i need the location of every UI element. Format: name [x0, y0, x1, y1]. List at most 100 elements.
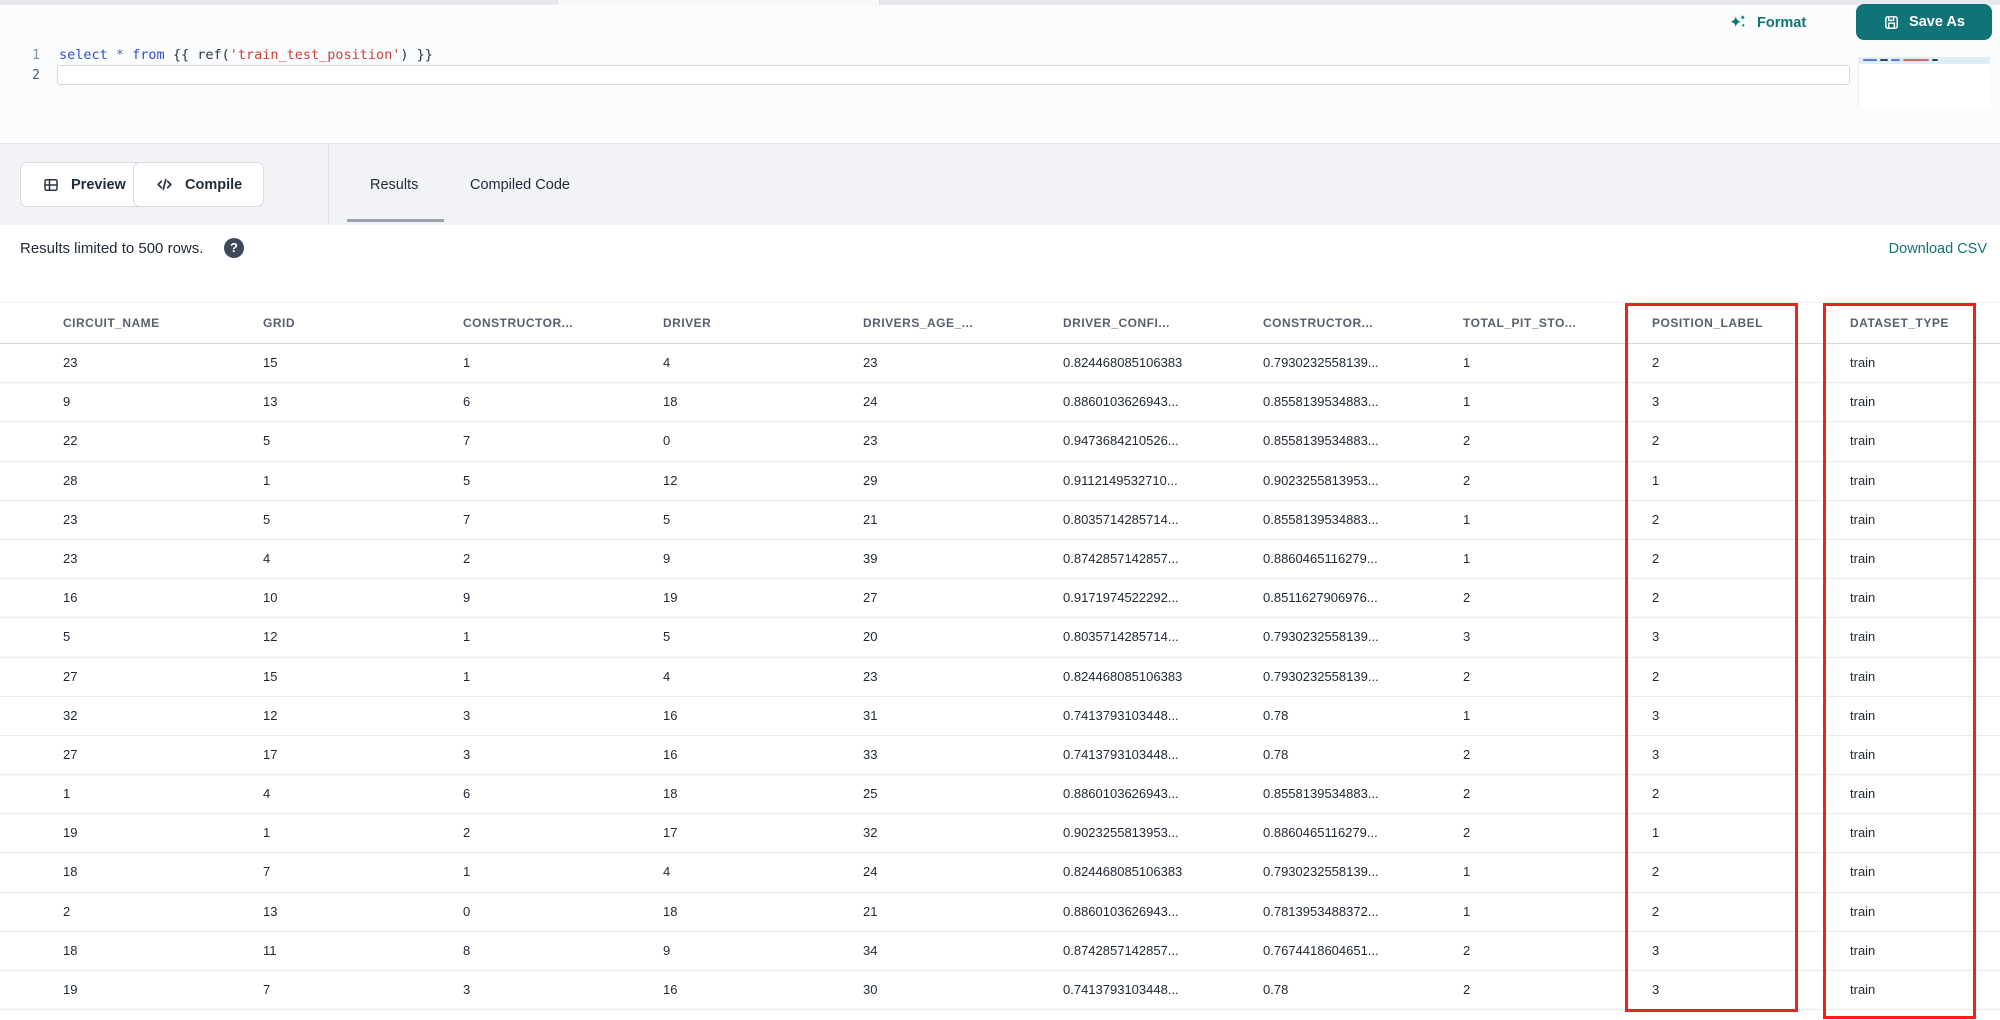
table-cell: 17	[663, 825, 678, 841]
compile-button[interactable]: Compile	[133, 162, 265, 207]
save-as-button[interactable]: Save As	[1856, 4, 1992, 40]
jinja-brace: {{	[164, 47, 198, 63]
table-cell: train	[1850, 433, 1876, 449]
table-cell: 0.8558139534883...	[1263, 394, 1379, 410]
table-cell: train	[1850, 903, 1876, 919]
table-cell: 5	[663, 511, 671, 527]
table-cell: 7	[463, 511, 471, 527]
table-cell: 2	[1652, 668, 1660, 684]
table-cell: 23	[863, 668, 878, 684]
table-cell: 0.78	[1263, 746, 1289, 762]
active-tab-underline	[347, 219, 444, 222]
table-icon	[42, 176, 60, 194]
table-cell: 0.824468085106383	[1063, 864, 1183, 880]
table-cell: train	[1850, 982, 1876, 997]
table-cell: 0.7813953488372...	[1263, 903, 1379, 919]
table-cell: 0.9171974522292...	[1063, 590, 1179, 606]
table-cell: 27	[63, 746, 78, 762]
table-cell: 16	[63, 590, 78, 606]
table-row: 2 13 0 18 21 0.8860103626943... 0.781395348837…	[0, 893, 2000, 932]
table-cell: 21	[863, 511, 878, 527]
table-cell: 3	[1652, 629, 1660, 645]
table-cell: 1	[1463, 707, 1471, 723]
table-cell: 2	[1652, 590, 1660, 606]
table-cell: 3	[1652, 394, 1660, 410]
table-cell: 0.9023255813953...	[1263, 472, 1379, 488]
table-cell: 1	[1463, 355, 1471, 370]
table-cell: 0.8860103626943...	[1063, 786, 1179, 802]
table-cell: 0.824468085106383	[1063, 668, 1183, 684]
table-cell: 23	[63, 550, 78, 566]
download-csv-link[interactable]: Download CSV	[1889, 241, 1987, 257]
tab-compiled-code[interactable]: Compiled Code	[470, 144, 570, 225]
table-row: 19 7 3 16 30 0.7413793103448... 0.78 2 3 train	[0, 971, 2000, 1011]
editor-minimap[interactable]	[1858, 57, 1990, 107]
table-cell: 3	[463, 707, 471, 723]
table-cell: 4	[663, 864, 671, 880]
table-cell: 0.8035714285714...	[1063, 511, 1179, 527]
preview-button[interactable]: Preview	[20, 162, 148, 207]
table-cell: 5	[663, 629, 671, 645]
table-cell: 21	[863, 903, 878, 919]
table-cell: 2	[63, 903, 71, 919]
code-editor[interactable]: 1 2 select * from {{ ref('train_test_pos…	[0, 5, 2000, 143]
format-button[interactable]: Format	[1727, 11, 1806, 35]
column-header: TOTAL_PIT_STO...	[1463, 316, 1577, 330]
table-row: 16 10 9 19 27 0.9171974522292... 0.85116279069…	[0, 579, 2000, 619]
table-row: 1 4 6 18 25 0.8860103626943... 0.8558139534883…	[0, 775, 2000, 815]
table-cell: 9	[463, 590, 471, 606]
table-cell: 18	[63, 942, 78, 958]
table-cell: 25	[863, 786, 878, 802]
table-cell: train	[1850, 668, 1876, 684]
table-row: 23 5 7 5 21 0.8035714285714... 0.8558139534883…	[0, 501, 2000, 540]
table-cell: 32	[63, 707, 78, 723]
table-row: 27 15 1 4 23 0.824468085106383 0.7930232558139…	[0, 658, 2000, 697]
active-line-highlight[interactable]	[57, 65, 1850, 85]
save-as-label: Save As	[1909, 14, 1965, 30]
table-cell: 0	[463, 903, 471, 919]
table-cell: 18	[663, 394, 678, 410]
table-cell: 0.9473684210526...	[1063, 433, 1179, 449]
table-cell: train	[1850, 355, 1876, 370]
table-cell: 1	[1463, 903, 1471, 919]
table-cell: 32	[863, 825, 878, 841]
table-cell: 7	[463, 433, 471, 449]
table-cell: 22	[63, 433, 78, 449]
table-cell: 5	[463, 472, 471, 488]
column-header: DATASET_TYPE	[1850, 316, 1949, 330]
line-number: 1	[32, 48, 40, 63]
table-cell: 13	[263, 903, 278, 919]
table-cell: 2	[1463, 590, 1471, 606]
help-icon[interactable]: ?	[224, 238, 244, 258]
table-cell: train	[1850, 550, 1876, 566]
code-line-1[interactable]: select * from {{ ref('train_test_positio…	[59, 46, 433, 65]
sql-string: 'train_test_position'	[229, 47, 401, 63]
table-cell: 0.9112149532710...	[1063, 472, 1178, 488]
table-cell: 0.7930232558139...	[1263, 864, 1379, 880]
table-cell: 0.7930232558139...	[1263, 629, 1379, 645]
table-cell: train	[1850, 707, 1876, 723]
table-cell: 1	[263, 825, 271, 841]
table-cell: 0.7413793103448...	[1063, 746, 1179, 762]
table-cell: 0.8558139534883...	[1263, 786, 1379, 802]
table-cell: 2	[1652, 786, 1660, 802]
table-row: 18 11 8 9 34 0.8742857142857... 0.767441860465…	[0, 932, 2000, 971]
table-cell: 3	[1652, 982, 1660, 997]
table-cell: 1	[463, 668, 471, 684]
table-cell: 2	[463, 825, 471, 841]
table-cell: 29	[863, 472, 878, 488]
table-cell: 0.8511627906976...	[1263, 590, 1378, 606]
table-cell: 10	[263, 590, 278, 606]
table-cell: 8	[463, 942, 471, 958]
preview-label: Preview	[71, 176, 126, 193]
table-cell: train	[1850, 590, 1876, 606]
table-cell: 12	[263, 707, 278, 723]
table-cell: train	[1850, 942, 1876, 958]
column-header: DRIVERS_AGE_...	[863, 316, 974, 330]
tab-results[interactable]: Results	[370, 144, 418, 225]
table-cell: 23	[863, 433, 878, 449]
table-row: 5 12 1 5 20 0.8035714285714... 0.7930232558139…	[0, 618, 2000, 658]
table-cell: 1	[1463, 550, 1471, 566]
table-row: 22 5 7 0 23 0.9473684210526... 0.8558139534883…	[0, 422, 2000, 462]
sql-keyword: select	[59, 47, 108, 63]
